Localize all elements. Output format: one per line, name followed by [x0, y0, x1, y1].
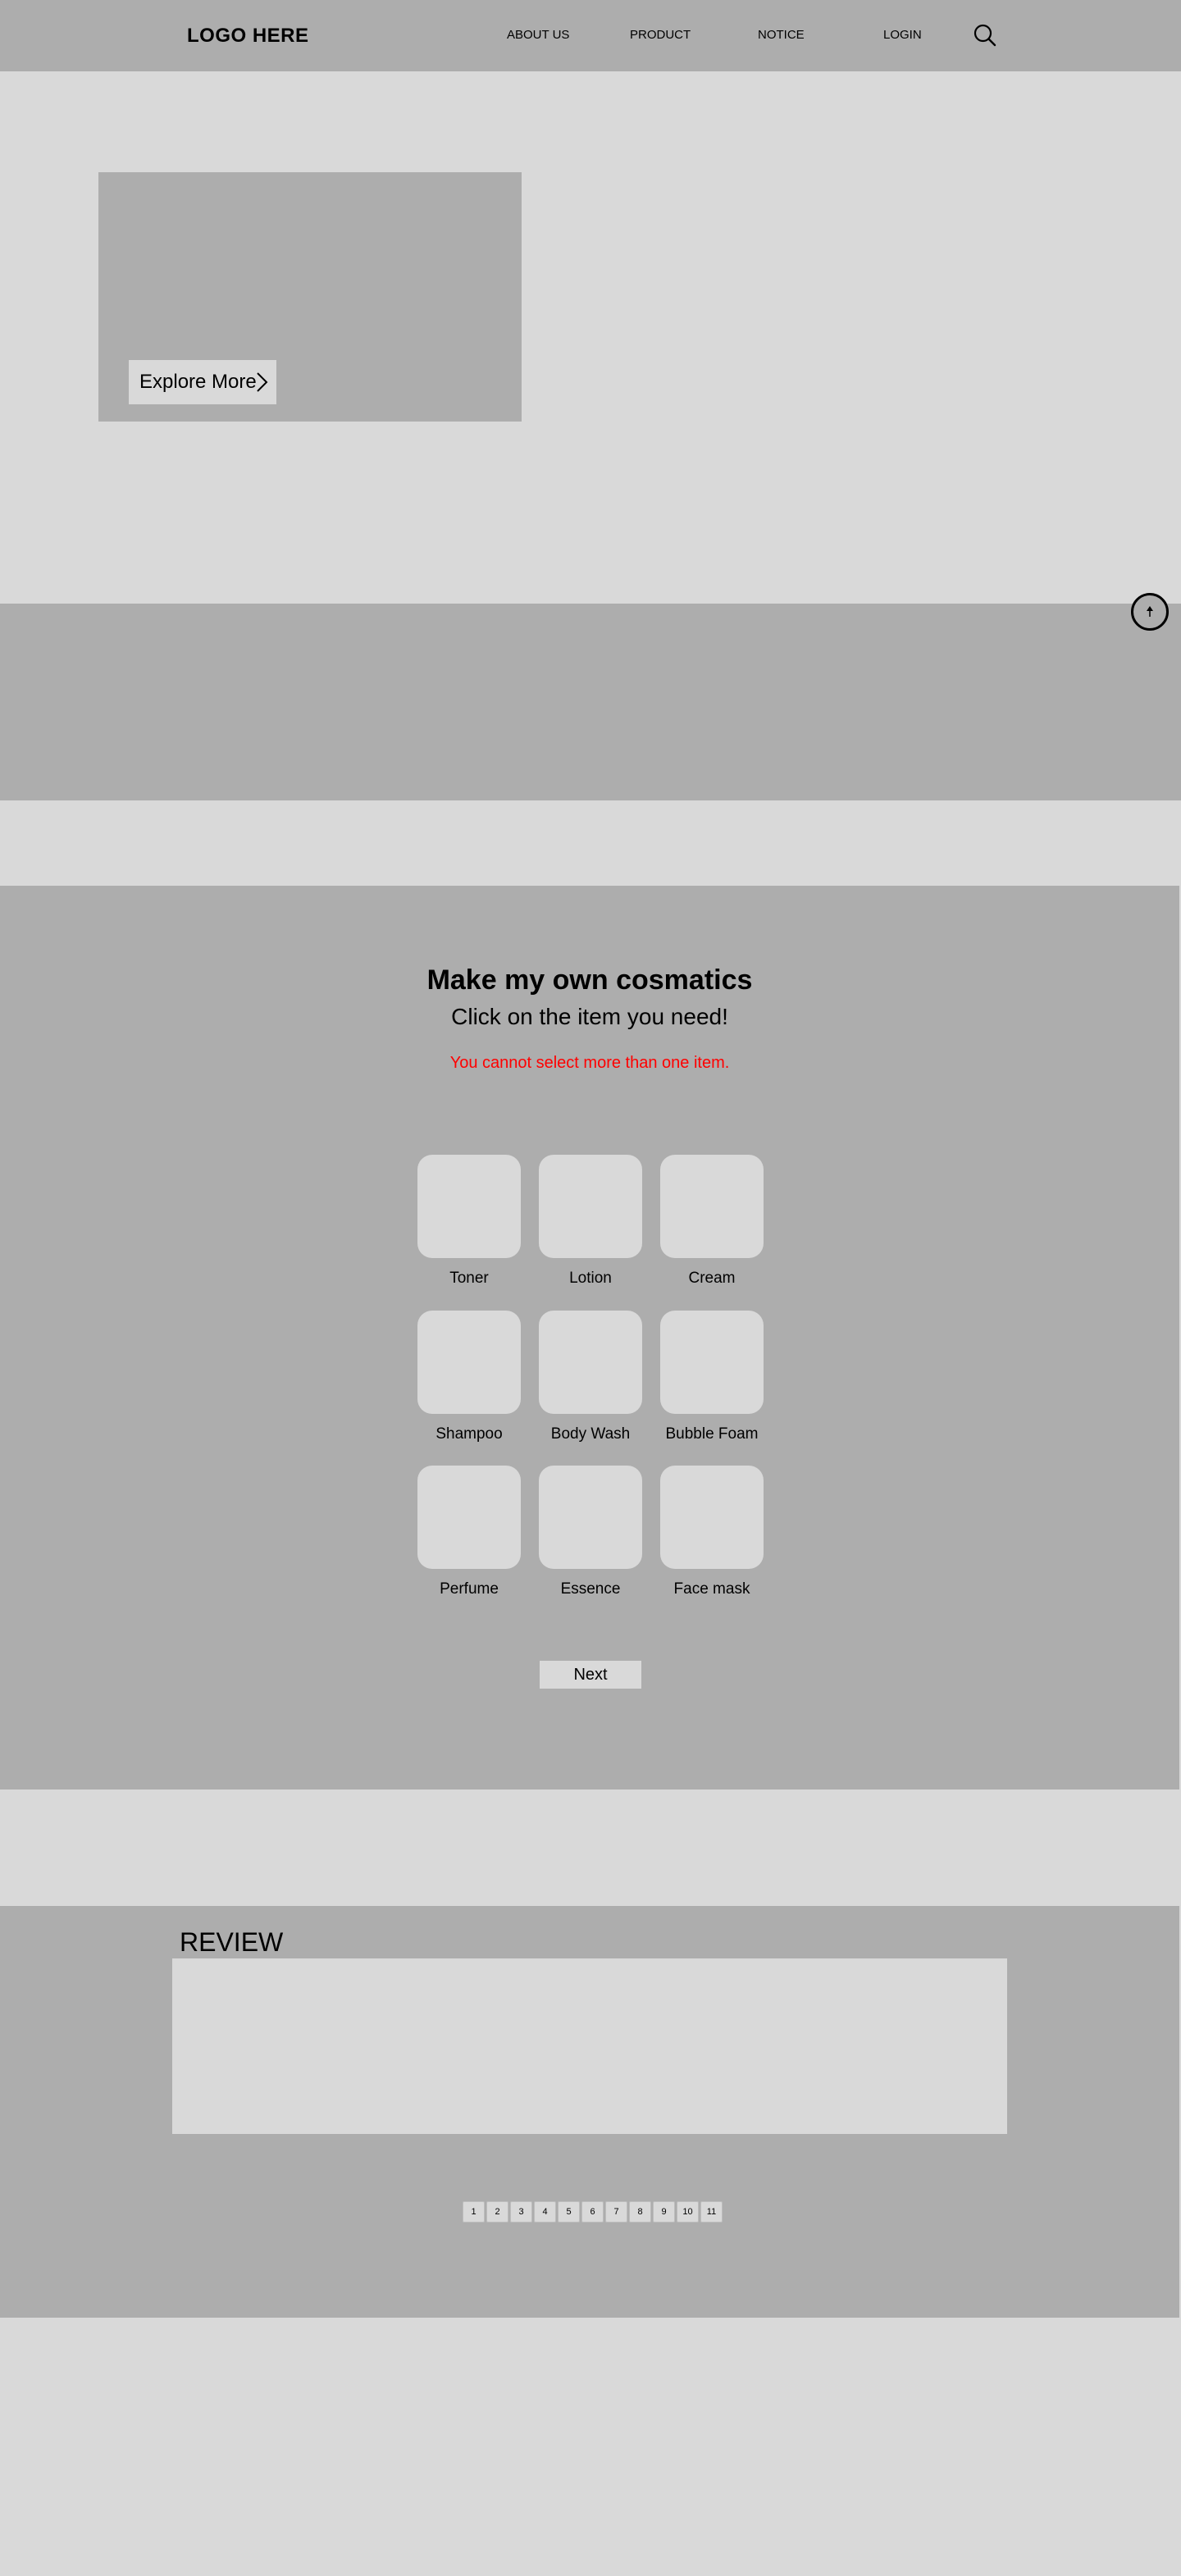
item-face-mask[interactable]: Face mask: [660, 1466, 764, 1598]
pagination: 1 2 3 4 5 6 7 8 9 10 11: [463, 2201, 723, 2223]
explore-more-label: Explore More: [139, 371, 257, 393]
page-button-7[interactable]: 7: [605, 2201, 627, 2223]
item-image: [417, 1311, 521, 1414]
review-title: REVIEW: [180, 1927, 284, 1957]
item-body-wash[interactable]: Body Wash: [539, 1311, 642, 1443]
item-label: Perfume: [440, 1580, 499, 1598]
page-button-4[interactable]: 4: [534, 2201, 556, 2223]
chevron-right-icon: [257, 372, 268, 392]
item-lotion[interactable]: Lotion: [539, 1155, 642, 1288]
section-subtitle: Click on the item you need!: [451, 1004, 728, 1029]
item-image: [417, 1466, 521, 1569]
arrow-up-icon: [1147, 606, 1153, 617]
item-essence[interactable]: Essence: [539, 1466, 642, 1598]
explore-more-button[interactable]: Explore More: [129, 360, 276, 404]
review-section: REVIEW 1 2 3 4 5 6 7 8 9 10 11: [0, 1906, 1179, 2318]
nav-about-us[interactable]: ABOUT US: [507, 28, 569, 42]
item-image: [660, 1311, 764, 1414]
page-button-2[interactable]: 2: [486, 2201, 508, 2223]
site-header: LOGO HERE ABOUT US PRODUCT NOTICE LOGIN: [0, 0, 1181, 71]
page-button-9[interactable]: 9: [653, 2201, 675, 2223]
scroll-top-button[interactable]: [1131, 593, 1169, 631]
page-button-11[interactable]: 11: [700, 2201, 723, 2223]
item-label: Toner: [449, 1270, 489, 1287]
cosmetics-section: Make my own cosmatics Click on the item …: [0, 886, 1179, 1790]
item-bubble-foam[interactable]: Bubble Foam: [660, 1311, 764, 1443]
item-image: [660, 1155, 764, 1258]
page-button-5[interactable]: 5: [558, 2201, 580, 2223]
item-label: Cream: [688, 1270, 736, 1287]
page-button-6[interactable]: 6: [581, 2201, 604, 2223]
item-cream[interactable]: Cream: [660, 1155, 764, 1288]
item-image: [539, 1155, 642, 1258]
hero-banner: Explore More: [98, 172, 522, 422]
item-label: Body Wash: [550, 1425, 631, 1443]
item-label: Essence: [560, 1580, 621, 1598]
logo[interactable]: LOGO HERE: [187, 25, 309, 48]
item-toner[interactable]: Toner: [417, 1155, 521, 1288]
item-perfume[interactable]: Perfume: [417, 1466, 521, 1598]
nav-login[interactable]: LOGIN: [883, 28, 922, 42]
page-button-8[interactable]: 8: [629, 2201, 651, 2223]
item-image: [539, 1311, 642, 1414]
next-button[interactable]: Next: [540, 1661, 641, 1689]
item-image: [539, 1466, 642, 1569]
item-label: Face mask: [673, 1580, 750, 1598]
review-content: [172, 1958, 1007, 2134]
section-title: Make my own cosmatics: [426, 964, 753, 996]
nav-notice[interactable]: NOTICE: [758, 28, 805, 42]
page-button-3[interactable]: 3: [510, 2201, 532, 2223]
item-image: [417, 1155, 521, 1258]
selection-warning: You cannot select more than one item.: [449, 1054, 730, 1072]
page-button-1[interactable]: 1: [463, 2201, 485, 2223]
item-label: Lotion: [569, 1270, 612, 1287]
item-image: [660, 1466, 764, 1569]
item-label: Shampoo: [435, 1425, 503, 1443]
nav-product[interactable]: PRODUCT: [630, 28, 691, 42]
search-icon[interactable]: [973, 23, 997, 48]
item-label: Bubble Foam: [665, 1425, 759, 1443]
page-button-10[interactable]: 10: [677, 2201, 699, 2223]
item-shampoo[interactable]: Shampoo: [417, 1311, 521, 1443]
promo-band: [0, 604, 1181, 800]
